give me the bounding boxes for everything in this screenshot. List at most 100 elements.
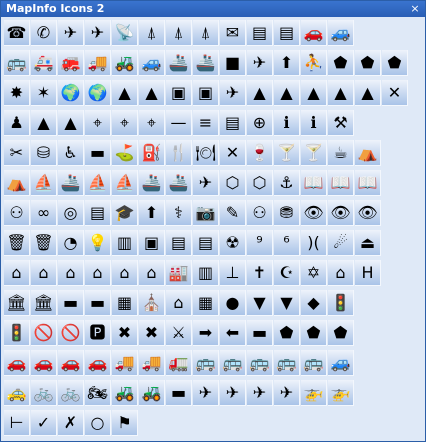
palette-icon[interactable]: ✸ <box>4 80 30 106</box>
palette-icon[interactable]: 🚜 <box>112 380 138 406</box>
palette-icon[interactable]: 🍸 <box>274 140 300 166</box>
palette-icon[interactable]: ⛵ <box>112 170 138 196</box>
palette-icon[interactable]: ▲ <box>58 110 84 136</box>
palette-icon[interactable]: ▦ <box>112 290 138 316</box>
palette-icon[interactable]: 🚢 <box>166 50 192 76</box>
palette-icon[interactable]: 🚌 <box>247 350 273 376</box>
palette-icon[interactable]: ✖ <box>112 320 138 346</box>
palette-icon[interactable]: 🚦 <box>328 290 354 316</box>
palette-icon[interactable]: ◔ <box>58 230 84 256</box>
palette-icon[interactable]: ⛳ <box>112 140 138 166</box>
palette-icon[interactable]: 🗑 <box>31 230 57 256</box>
palette-icon[interactable]: ℹ <box>274 110 300 136</box>
palette-icon[interactable]: ⛁ <box>31 140 57 166</box>
palette-icon[interactable]: 🚙 <box>328 350 354 376</box>
palette-icon[interactable]: ⊕ <box>247 110 273 136</box>
palette-icon[interactable]: ⬟ <box>328 320 354 346</box>
palette-icon[interactable]: — <box>166 110 192 136</box>
palette-icon[interactable]: 🚕 <box>4 380 30 406</box>
palette-icon[interactable]: 🚗 <box>31 350 57 376</box>
palette-icon[interactable]: ▲ <box>328 80 354 106</box>
palette-icon[interactable]: 🚦 <box>4 320 30 346</box>
palette-icon[interactable]: ⬡ <box>220 170 246 196</box>
palette-icon[interactable]: ⌂ <box>139 260 165 286</box>
palette-icon[interactable]: ⛵ <box>31 170 57 196</box>
palette-icon[interactable]: ∞ <box>31 200 57 226</box>
palette-icon[interactable]: ✝ <box>247 260 273 286</box>
palette-icon[interactable]: ✈ <box>193 170 219 196</box>
palette-icon[interactable]: ▲ <box>247 80 273 106</box>
palette-icon[interactable]: 🚫 <box>58 320 84 346</box>
palette-icon[interactable]: ▼ <box>274 290 300 316</box>
palette-icon[interactable]: 🚙 <box>328 20 354 46</box>
palette-icon[interactable]: 👁 <box>328 200 354 226</box>
palette-icon[interactable]: 🍷 <box>247 140 273 166</box>
palette-icon[interactable]: ✈ <box>247 380 273 406</box>
palette-icon[interactable]: 🍽 <box>193 140 219 166</box>
palette-icon[interactable]: 👁 <box>301 200 327 226</box>
palette-icon[interactable]: 🚁 <box>301 380 327 406</box>
palette-icon[interactable]: ⚑ <box>112 410 138 436</box>
palette-icon[interactable]: ⬅ <box>220 320 246 346</box>
palette-icon[interactable]: ▥ <box>112 230 138 256</box>
palette-icon[interactable]: ○ <box>85 410 111 436</box>
palette-icon[interactable]: ⬟ <box>355 50 381 76</box>
palette-icon[interactable]: ⚇ <box>247 200 273 226</box>
palette-icon[interactable]: ✈ <box>58 20 84 46</box>
palette-icon[interactable]: ⬆ <box>274 50 300 76</box>
palette-icon[interactable]: ⬟ <box>274 320 300 346</box>
palette-icon[interactable]: ■ <box>220 50 246 76</box>
palette-icon[interactable]: 💡 <box>85 230 111 256</box>
palette-icon[interactable]: ● <box>220 290 246 316</box>
palette-icon[interactable]: ⛺ <box>355 140 381 166</box>
palette-icon[interactable]: ✗ <box>58 410 84 436</box>
palette-icon[interactable]: 🚗 <box>85 350 111 376</box>
palette-icon[interactable]: 🚢 <box>166 170 192 196</box>
palette-icon[interactable]: ✈ <box>85 20 111 46</box>
palette-icon[interactable]: ⌖ <box>139 110 165 136</box>
palette-icon[interactable]: ▤ <box>220 110 246 136</box>
palette-icon[interactable]: 🚌 <box>274 350 300 376</box>
palette-icon[interactable]: 🅿 <box>85 320 111 346</box>
palette-icon[interactable]: ⚇ <box>4 200 30 226</box>
palette-icon[interactable]: ⊢ <box>4 410 30 436</box>
palette-icon[interactable]: ≡ <box>193 110 219 136</box>
palette-icon[interactable]: ⍋ <box>139 20 165 46</box>
palette-icon[interactable]: ✈ <box>220 380 246 406</box>
palette-icon[interactable]: ▣ <box>166 80 192 106</box>
palette-icon[interactable]: 🚛 <box>166 350 192 376</box>
palette-icon[interactable]: ▤ <box>166 230 192 256</box>
palette-icon[interactable]: ⛽ <box>139 140 165 166</box>
palette-icon[interactable]: 🚫 <box>31 320 57 346</box>
palette-icon[interactable]: ♟ <box>4 110 30 136</box>
palette-icon[interactable]: ▬ <box>58 290 84 316</box>
palette-icon[interactable]: ◆ <box>301 290 327 316</box>
palette-icon[interactable]: ⬡ <box>247 170 273 196</box>
palette-icon[interactable]: ⚒ <box>328 110 354 136</box>
palette-icon[interactable]: 🚌 <box>220 350 246 376</box>
palette-icon[interactable]: ▦ <box>193 290 219 316</box>
palette-icon[interactable]: ⌂ <box>4 260 30 286</box>
palette-icon[interactable]: 🎓 <box>112 200 138 226</box>
palette-icon[interactable]: 🌍 <box>85 80 111 106</box>
palette-icon[interactable]: 🚌 <box>4 50 30 76</box>
palette-icon[interactable]: ⛪ <box>139 290 165 316</box>
palette-icon[interactable]: ⛃ <box>274 200 300 226</box>
palette-icon[interactable]: ▣ <box>193 80 219 106</box>
palette-icon[interactable]: 🚲 <box>58 380 84 406</box>
palette-icon[interactable]: 🚜 <box>112 50 138 76</box>
palette-icon[interactable]: ▲ <box>301 80 327 106</box>
palette-icon[interactable]: ⁶ <box>274 230 300 256</box>
palette-icon[interactable]: ✈ <box>193 380 219 406</box>
palette-icon[interactable]: ✶ <box>31 80 57 106</box>
palette-icon[interactable]: 🚲 <box>31 380 57 406</box>
palette-icon[interactable]: 🚙 <box>139 50 165 76</box>
palette-icon[interactable]: ♿ <box>58 140 84 166</box>
palette-icon[interactable]: 🚑 <box>31 50 57 76</box>
palette-icon[interactable]: 🍴 <box>166 140 192 166</box>
palette-icon[interactable]: 🚒 <box>58 50 84 76</box>
palette-icon[interactable]: ☕ <box>328 140 354 166</box>
palette-icon[interactable]: 🚗 <box>4 350 30 376</box>
palette-icon[interactable]: ▲ <box>355 80 381 106</box>
palette-icon[interactable]: 🚚 <box>85 50 111 76</box>
